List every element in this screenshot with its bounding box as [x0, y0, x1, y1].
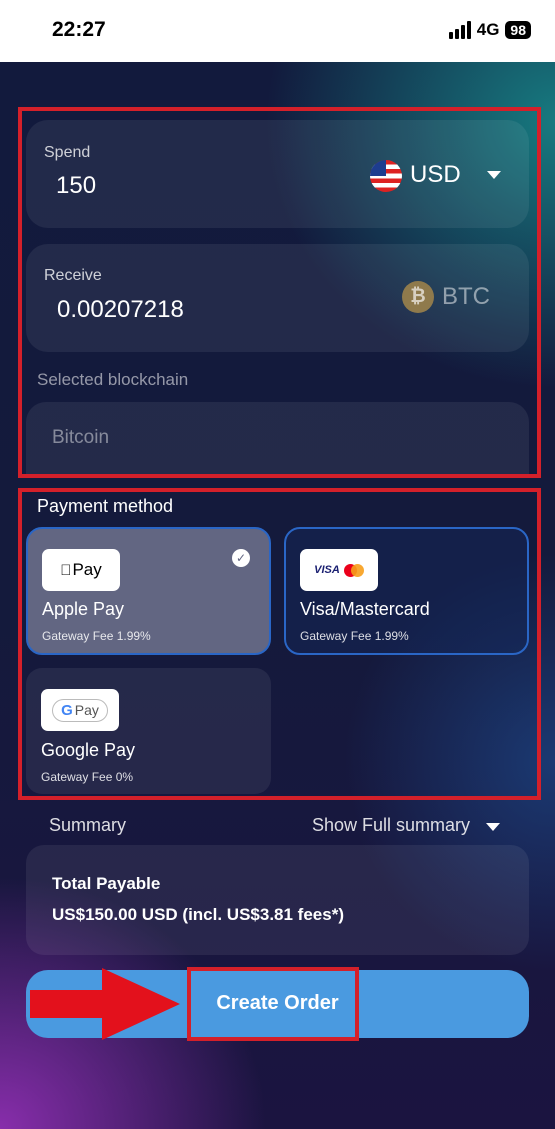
us-flag-icon	[370, 160, 402, 192]
google-pay-name: Google Pay	[41, 740, 136, 760]
selected-check-icon: ✓	[232, 549, 250, 567]
status-indicators: 4G 98	[448, 20, 531, 40]
app-screen: Spend 150 USD Receive 0.00207218 ₿ BTC S…	[0, 62, 555, 1129]
visa-mastercard-logo: VISA	[300, 549, 378, 591]
blockchain-select[interactable]: Bitcoin	[26, 402, 529, 474]
spend-card[interactable]: Spend 150 USD	[26, 120, 529, 228]
total-payable-value: US$150.00 USD (incl. US$3.81 fees*)	[52, 905, 344, 924]
blockchain-value: Bitcoin	[52, 427, 110, 448]
summary-card: Total Payable US$150.00 USD (incl. US$3.…	[26, 845, 529, 955]
receive-currency-display: ₿ BTC	[402, 278, 502, 318]
network-type: 4G	[476, 20, 500, 39]
receive-amount: 0.00207218	[57, 296, 184, 323]
status-time: 22:27	[52, 18, 106, 41]
spend-currency: USD	[410, 161, 461, 188]
chevron-down-icon	[487, 171, 501, 179]
google-g-icon: G	[61, 701, 73, 719]
apple-pay-fee: Gateway Fee 1.99%	[42, 629, 151, 643]
mastercard-icon	[343, 563, 364, 577]
apple-pay-option[interactable]:  Pay ✓ Apple Pay Gateway Fee 1.99%	[26, 527, 271, 655]
google-pay-option[interactable]: G Pay Google Pay Gateway Fee 0%	[26, 668, 271, 794]
apple-pay-logo:  Pay	[42, 549, 120, 591]
apple-icon: 	[60, 562, 71, 579]
arrow-shape	[30, 968, 180, 1040]
signal-icon	[448, 21, 471, 39]
currency-selector[interactable]: USD	[370, 156, 510, 196]
apple-pay-name: Apple Pay	[42, 599, 125, 619]
create-order-highlight	[187, 967, 359, 1041]
show-full-summary-toggle[interactable]: Show Full summary	[312, 813, 512, 839]
red-arrow-annotation	[30, 968, 180, 1040]
spend-label: Spend	[44, 144, 91, 161]
visa-mastercard-fee: Gateway Fee 1.99%	[300, 629, 409, 643]
blockchain-label: Selected blockchain	[37, 370, 189, 389]
receive-card: Receive 0.00207218 ₿ BTC	[26, 244, 529, 352]
status-bar: 22:27 4G 98	[0, 0, 555, 62]
google-pay-logo: G Pay	[41, 689, 119, 731]
chevron-down-icon	[486, 823, 500, 831]
visa-mastercard-option[interactable]: VISA Visa/Mastercard Gateway Fee 1.99%	[284, 527, 529, 655]
receive-label: Receive	[44, 267, 102, 284]
btc-coin-icon: ₿	[402, 281, 434, 313]
receive-currency: BTC	[442, 283, 490, 310]
summary-label: Summary	[49, 815, 127, 835]
google-pay-fee: Gateway Fee 0%	[41, 770, 134, 784]
total-payable-label: Total Payable	[52, 874, 161, 893]
battery-icon: 98	[505, 21, 531, 39]
spend-amount-input[interactable]: 150	[56, 172, 96, 200]
payment-method-title: Payment method	[37, 496, 174, 516]
visa-mastercard-name: Visa/Mastercard	[300, 599, 430, 619]
